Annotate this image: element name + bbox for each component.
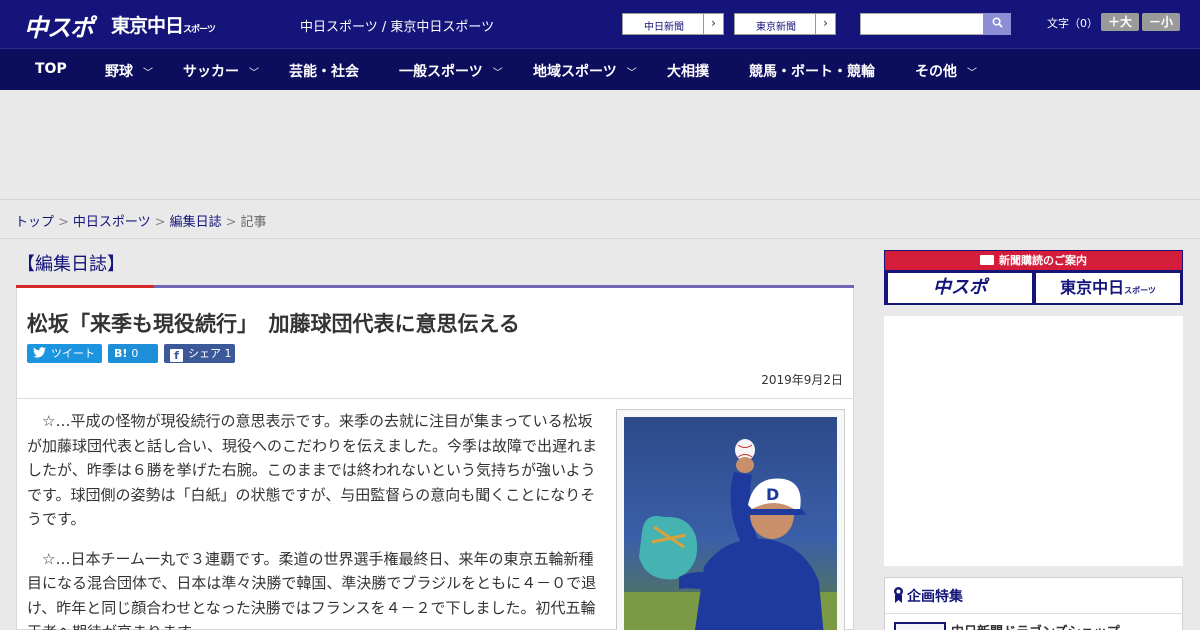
nav-label: 地域スポーツ — [533, 64, 617, 80]
hatena-icon: B! — [114, 347, 128, 360]
nav-item-top[interactable]: TOP — [35, 61, 67, 77]
facebook-icon: f — [170, 349, 183, 362]
chevron-right-icon: › — [703, 14, 723, 34]
tokyo-shimbun-link[interactable]: 東京新聞 › — [734, 13, 836, 35]
subscription-promo[interactable]: 新聞購読のご案内 中スポ 東京中日スポーツ — [884, 250, 1183, 305]
top-header: 中スポ 東京中日スポーツ 中日スポーツ / 東京中日スポーツ 中日新聞 › 東京… — [0, 0, 1200, 48]
chevron-down-icon: ﹀ — [967, 68, 977, 79]
article-body: ☆…平成の怪物が現役続行の意思表示です。来季の去就に注目が集まっている松坂が加藤… — [27, 409, 605, 630]
top-ad-area — [0, 90, 1200, 200]
breadcrumb-separator: > — [58, 215, 69, 230]
breadcrumb-divider — [0, 238, 1200, 239]
chuspo-logo[interactable]: 中スポ — [24, 8, 94, 43]
breadcrumb-chunichi-sports[interactable]: 中日スポーツ — [73, 215, 151, 230]
nav-label: 一般スポーツ — [399, 64, 483, 80]
tokyo-logo-suffix: スポーツ — [183, 25, 216, 35]
breadcrumb-separator: > — [225, 215, 237, 230]
font-size-label: 文字（0） — [1047, 17, 1098, 30]
sidebar-ad-area — [884, 316, 1183, 566]
promo-chuspo-button[interactable]: 中スポ — [888, 273, 1032, 303]
nav-item-sumo[interactable]: 大相撲 — [667, 61, 709, 81]
chevron-down-icon: ﹀ — [143, 68, 153, 79]
promo-tokyo-suffix: スポーツ — [1124, 286, 1156, 295]
hatena-count: 0 — [131, 347, 139, 360]
special-features-title: 企画特集 — [893, 586, 963, 606]
category-title: 【編集日誌】 — [17, 254, 125, 275]
nav-item-entertainment[interactable]: 芸能・社会 — [289, 61, 359, 81]
font-larger-button[interactable]: ＋大 — [1101, 13, 1139, 31]
chevron-down-icon: ﹀ — [249, 68, 259, 79]
special-divider — [885, 613, 1182, 614]
search-icon — [992, 17, 1003, 28]
chunichi-shimbun-link[interactable]: 中日新聞 › — [622, 13, 724, 35]
promo-tokyo-label: 東京中日 — [1060, 278, 1125, 297]
nav-item-baseball[interactable]: 野球 ﹀ — [105, 61, 153, 81]
tweet-label: ツイート — [51, 347, 95, 360]
nav-label: サッカー — [183, 64, 239, 80]
chunichi-shimbun-label: 中日新聞 — [644, 22, 684, 33]
facebook-share-count: 1 — [224, 347, 232, 360]
breadcrumb-separator: > — [154, 215, 166, 230]
article-paragraph: ☆…平成の怪物が現役続行の意思表示です。来季の去就に注目が集まっている松坂が加藤… — [27, 412, 598, 528]
article-card: 松坂「来季も現役続行」 加藤球団代表に意思伝える ツイート B! 0 f シェア 1… — [16, 288, 854, 630]
hatena-bookmark-button[interactable]: B! 0 — [108, 344, 158, 363]
breadcrumb-top[interactable]: トップ — [15, 215, 54, 230]
article-date: 2019年9月2日 — [761, 373, 843, 387]
nav-item-soccer[interactable]: サッカー ﹀ — [183, 61, 259, 81]
nav-label: その他 — [915, 64, 957, 80]
dragons-shop-link[interactable]: 中日新聞ドラゴンズショップ — [951, 621, 1120, 630]
tokyo-shimbun-label: 東京新聞 — [756, 22, 796, 33]
tokyo-logo-text: 東京中日 — [111, 15, 184, 37]
main-nav: TOP 野球 ﹀ サッカー ﹀ 芸能・社会 一般スポーツ ﹀ 地域スポーツ ﹀ 大相撲 … — [0, 48, 1200, 90]
chevron-right-icon: › — [815, 14, 835, 34]
nav-label: 競馬・ボート・競輪 — [749, 64, 875, 80]
pitcher-photo-illustration: D — [624, 417, 837, 630]
tokyo-chunichi-logo[interactable]: 東京中日スポーツ — [111, 11, 216, 38]
facebook-share-button[interactable]: f シェア 1 — [164, 344, 235, 363]
twitter-bird-icon — [33, 347, 46, 358]
chevron-down-icon: ﹀ — [626, 68, 637, 79]
tweet-button[interactable]: ツイート — [27, 344, 102, 363]
nav-label: 大相撲 — [667, 64, 709, 80]
article-photo[interactable]: D — [624, 417, 837, 630]
ribbon-icon — [894, 587, 903, 603]
facebook-share-label: シェア — [188, 347, 221, 360]
nav-item-racing[interactable]: 競馬・ボート・競輪 — [749, 61, 875, 81]
promo-tokyo-chunichi-button[interactable]: 東京中日スポーツ — [1036, 273, 1180, 303]
special-features-label: 企画特集 — [907, 589, 963, 605]
chevron-down-icon: ﹀ — [492, 68, 503, 79]
nav-label: 芸能・社会 — [289, 64, 359, 80]
newspaper-icon — [980, 255, 994, 265]
nav-label: TOP — [35, 61, 67, 77]
nav-item-other[interactable]: その他 ﹀ — [915, 61, 977, 81]
article-photo-frame: D — [616, 409, 845, 630]
article-divider — [17, 398, 853, 399]
breadcrumb: トップ > 中日スポーツ > 編集日誌 > 記事 — [15, 211, 267, 230]
breadcrumb-current: 記事 — [240, 215, 267, 230]
special-features-box: 企画特集 中日新聞ドラゴンズショップ — [884, 577, 1183, 630]
site-title[interactable]: 中日スポーツ / 東京中日スポーツ — [300, 16, 494, 35]
svg-text:D: D — [766, 485, 779, 504]
nav-item-regional-sports[interactable]: 地域スポーツ ﹀ — [533, 61, 637, 81]
nav-item-general-sports[interactable]: 一般スポーツ ﹀ — [399, 61, 503, 81]
breadcrumb-editorial-diary[interactable]: 編集日誌 — [170, 215, 222, 230]
dragons-shop-thumbnail[interactable] — [894, 622, 946, 630]
promo-header: 新聞購読のご案内 — [885, 251, 1182, 270]
search-button[interactable] — [983, 13, 1011, 35]
nav-label: 野球 — [105, 64, 133, 80]
article-paragraph: ☆…日本チーム一丸で３連覇です。柔道の世界選手権最終日、来年の東京五輪新種目にな… — [27, 549, 597, 630]
promo-header-label: 新聞購読のご案内 — [999, 254, 1087, 267]
font-smaller-button[interactable]: －小 — [1142, 13, 1180, 31]
article-headline: 松坂「来季も現役続行」 加藤球団代表に意思伝える — [27, 312, 520, 336]
search-input[interactable] — [860, 13, 984, 35]
